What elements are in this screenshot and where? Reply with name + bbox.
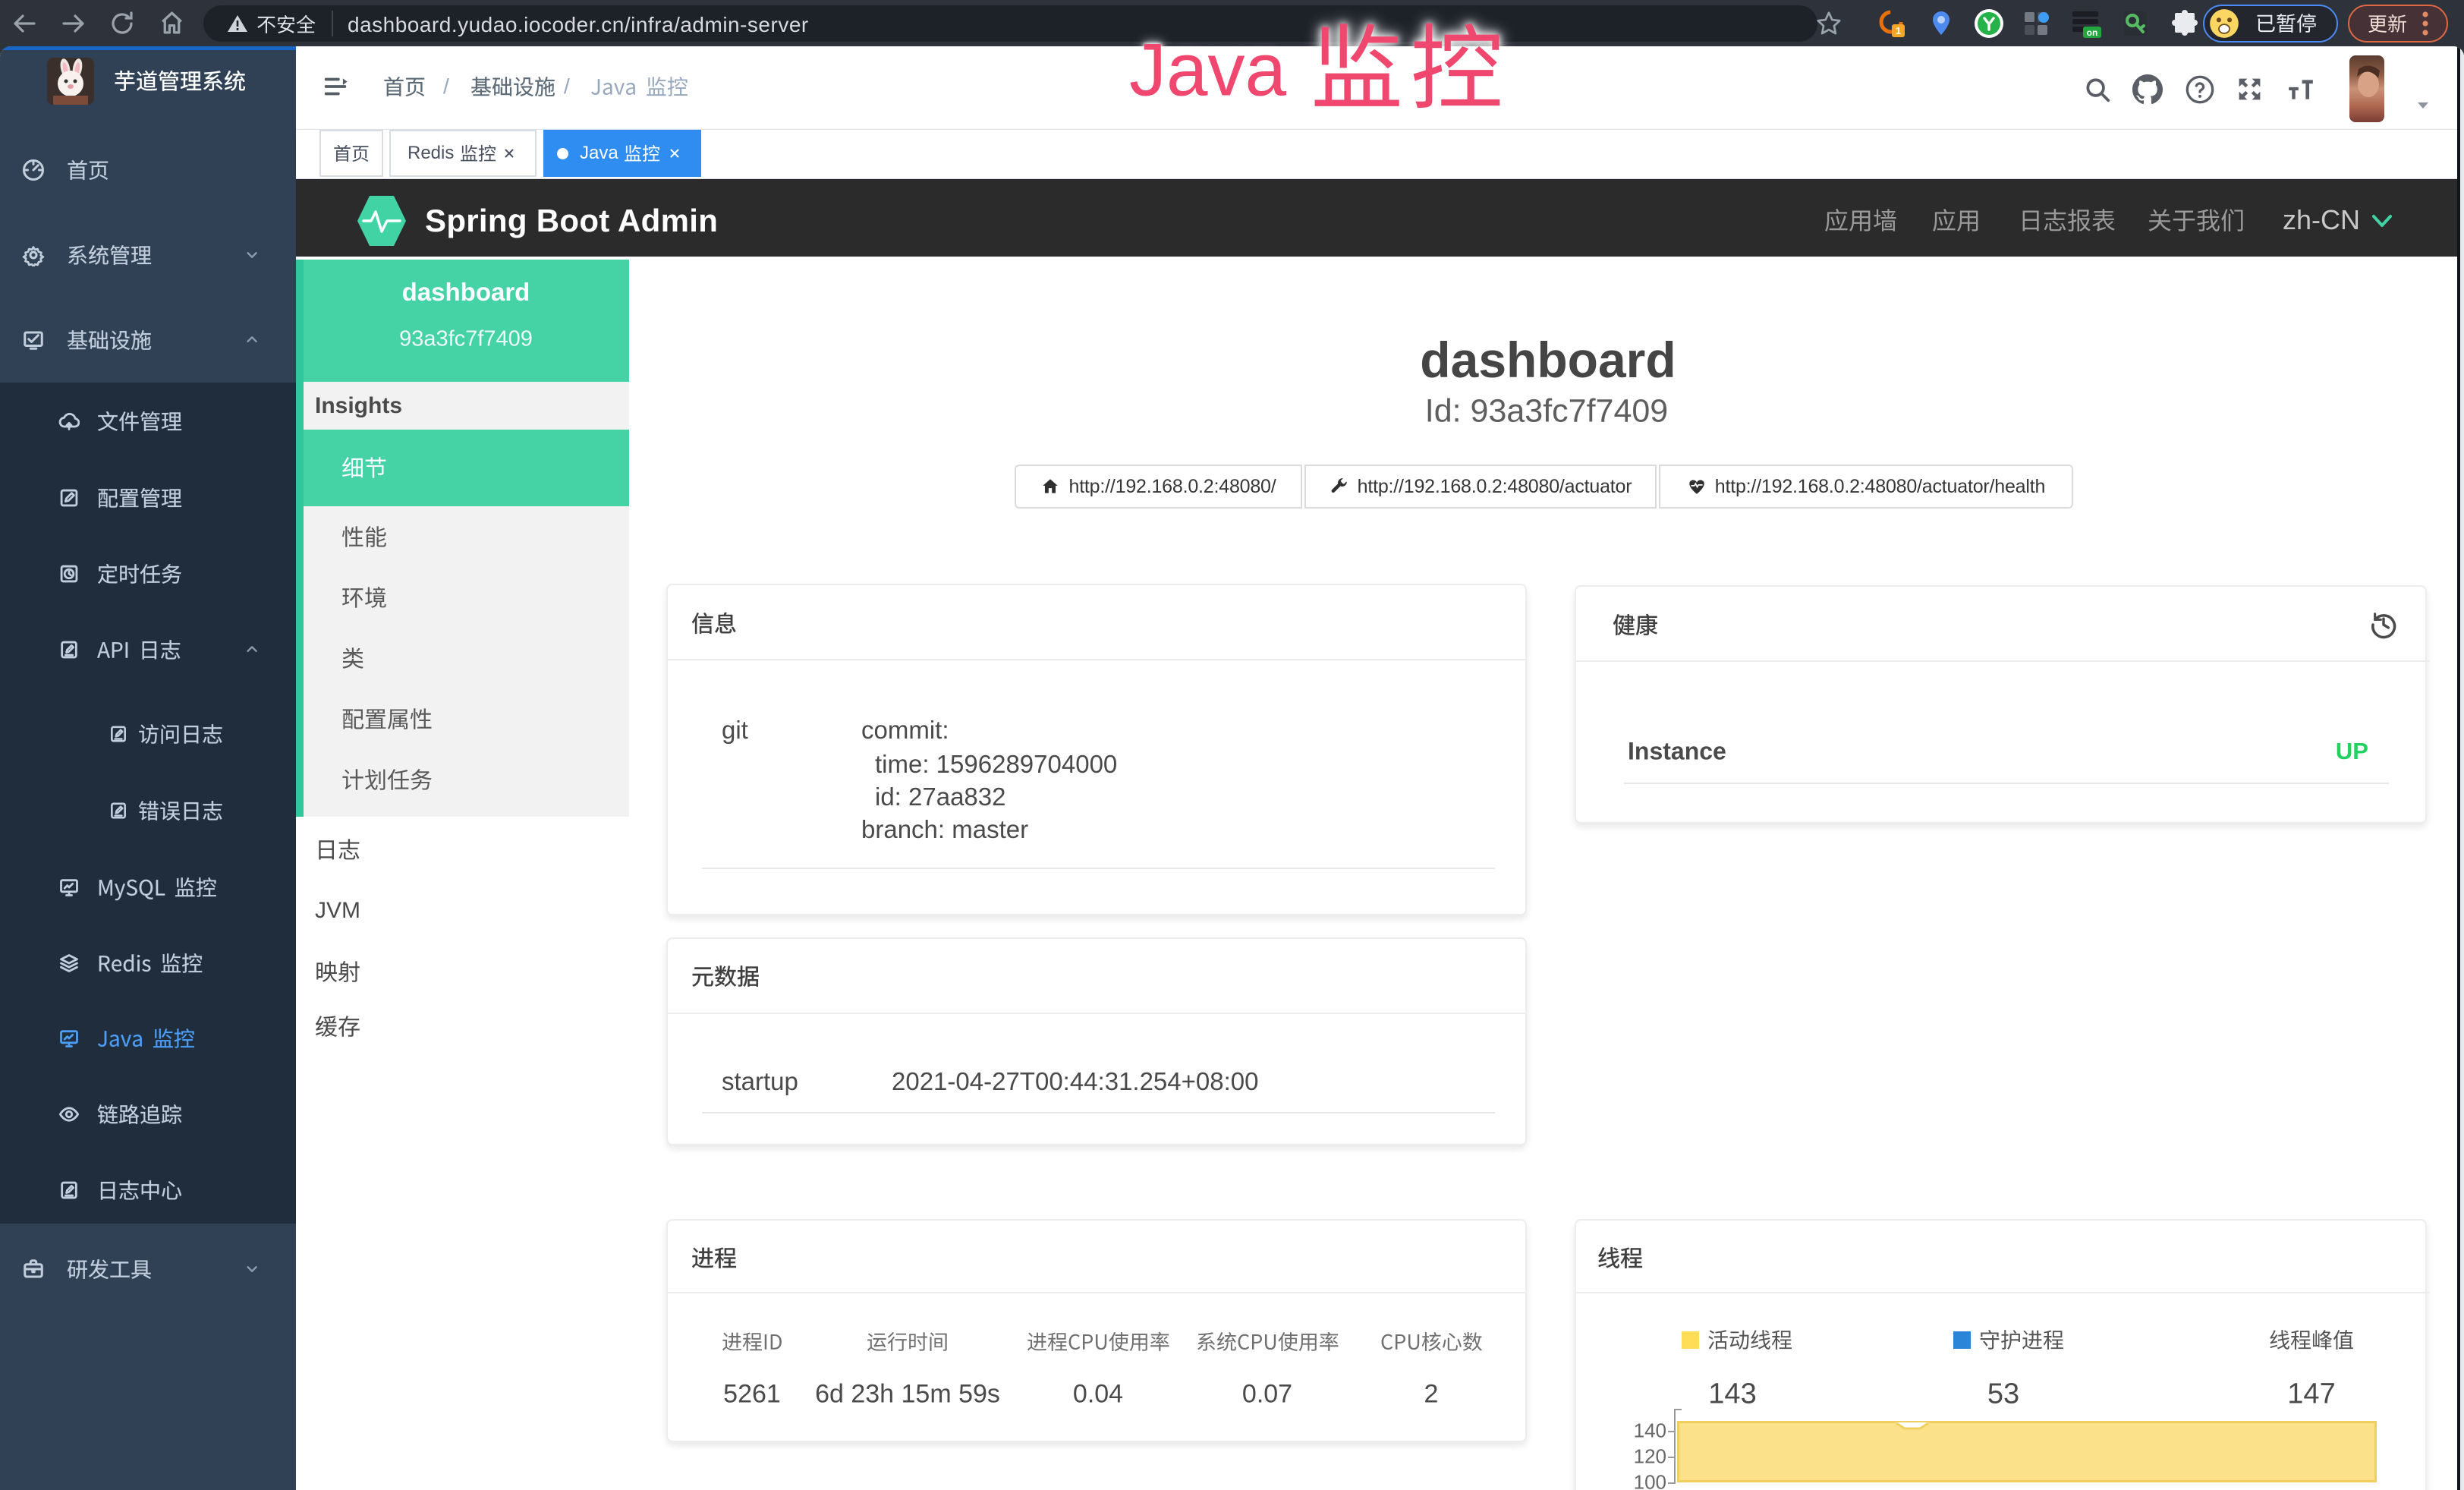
- svg-text:1: 1: [1896, 25, 1901, 36]
- svg-text:on: on: [2087, 27, 2098, 38]
